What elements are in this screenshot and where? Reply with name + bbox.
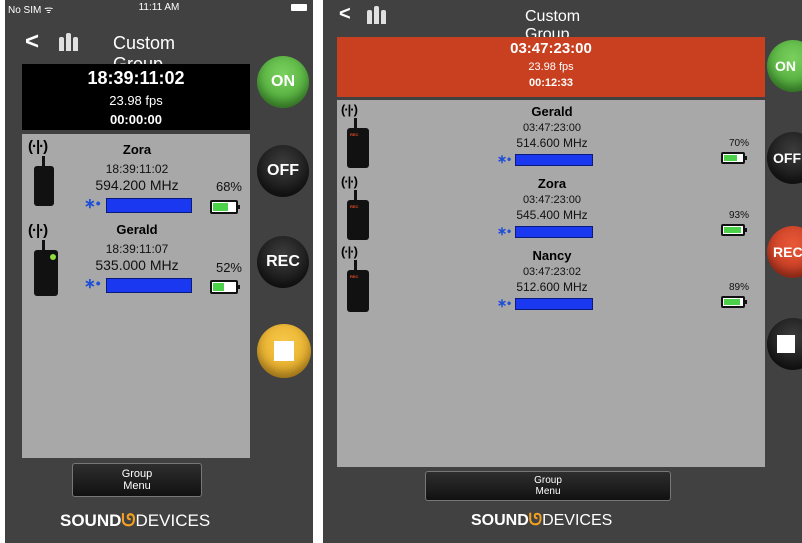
device-row-zora[interactable]: (·|·) REC Zora 03:47:23:00 545.400 MHz 9… [337,174,765,244]
group-menu-label-line2: Menu [535,486,561,497]
battery-percent: 52% [215,260,242,275]
battery-icon [721,296,747,308]
signal-bar [106,278,192,293]
signal-bar [515,154,593,166]
device-timecode: 03:47:23:02 [522,266,582,278]
microphones-icon [367,6,387,24]
bluetooth-icon: ∗• [84,195,101,211]
signal-bar [106,198,192,213]
bluetooth-icon: ∗• [84,275,101,291]
off-button[interactable]: OFF [257,145,309,197]
device-frequency: 514.600 MHz [516,136,588,150]
group-menu-label-line2: Menu [123,480,151,492]
device-name: Zora [537,176,567,191]
timecode-display: 18:39:11:02 23.98 fps 00:00:00 [22,64,250,130]
timecode-main: 18:39:11:02 [87,68,185,88]
signal-bar [515,226,593,238]
bluetooth-icon: ∗• [497,152,512,166]
device-name: Nancy [532,248,572,263]
battery-icon [721,152,747,164]
battery-percent: 68% [215,179,242,194]
sound-devices-logo: SOUNDᘎDEVICES [471,512,613,529]
device-timecode: 03:47:23:00 [522,194,582,206]
rec-button[interactable]: REC [767,226,802,278]
device-row-gerald[interactable]: (·|·) REC Gerald 03:47:23:00 514.600 MHz… [337,102,765,174]
off-button[interactable]: OFF [767,132,802,184]
microphones-icon [59,33,79,51]
status-bar: No SIM ᯤ 11:11 AM [5,0,313,16]
rec-button[interactable]: REC [257,236,309,288]
device-row-gerald[interactable]: (·|·) Gerald 18:39:11:07 535.000 MHz 52%… [22,222,250,306]
battery-status-icon [291,4,307,11]
device-frequency: 594.200 MHz [95,177,179,193]
right-tablet-screen: < Custom Group 03:47:23:00 23.98 fps 00:… [323,0,802,543]
battery-percent: 89% [728,282,749,293]
elapsed-time: 00:12:33 [528,77,574,89]
stop-button[interactable] [257,324,311,378]
device-name: Gerald [531,104,573,119]
elapsed-time: 00:00:00 [109,112,163,127]
battery-percent: 70% [728,138,749,149]
device-frequency: 535.000 MHz [95,257,179,273]
on-button[interactable]: ON [767,40,802,92]
group-menu-button[interactable]: Group Menu [72,463,202,497]
device-name: Gerald [116,222,158,237]
bluetooth-icon: ∗• [497,296,512,310]
device-timecode: 18:39:11:02 [105,162,169,176]
device-row-nancy[interactable]: (·|·) REC Nancy 03:47:23:02 512.600 MHz … [337,244,765,316]
group-menu-label-line1: Group [534,475,562,486]
device-list: (·|·) Zora 18:39:11:02 594.200 MHz 68% ∗… [22,134,250,458]
timecode-main: 03:47:23:00 [510,40,592,57]
frame-rate: 23.98 fps [109,93,163,108]
left-phone-screen: No SIM ᯤ 11:11 AM < Custom Group 18:39:1… [5,0,313,543]
frame-rate: 23.98 fps [528,61,574,73]
stop-icon [274,341,294,361]
bluetooth-icon: ∗• [497,224,512,238]
sound-devices-logo: SOUNDᘎDEVICES [60,511,211,530]
battery-icon [721,224,747,236]
back-button[interactable]: < [25,30,39,54]
battery-percent: 93% [728,210,749,221]
back-button[interactable]: < [339,4,351,24]
stop-icon [777,335,795,353]
group-menu-label-line1: Group [121,468,153,480]
device-timecode: 18:39:11:07 [105,242,169,256]
device-list: (·|·) REC Gerald 03:47:23:00 514.600 MHz… [337,100,765,467]
device-row-zora[interactable]: (·|·) Zora 18:39:11:02 594.200 MHz 68% ∗… [22,138,250,222]
clock: 11:11 AM [138,2,180,13]
group-menu-button[interactable]: Group Menu [425,471,671,501]
on-button[interactable]: ON [257,56,309,108]
signal-bar [515,298,593,310]
timecode-display-recording: 03:47:23:00 23.98 fps 00:12:33 [337,37,765,97]
battery-icon [210,280,240,294]
device-timecode: 03:47:23:00 [522,122,582,134]
battery-icon [210,200,240,214]
device-frequency: 512.600 MHz [516,280,588,294]
stop-button[interactable] [767,318,802,370]
device-frequency: 545.400 MHz [516,208,588,222]
device-name: Zora [122,142,152,157]
